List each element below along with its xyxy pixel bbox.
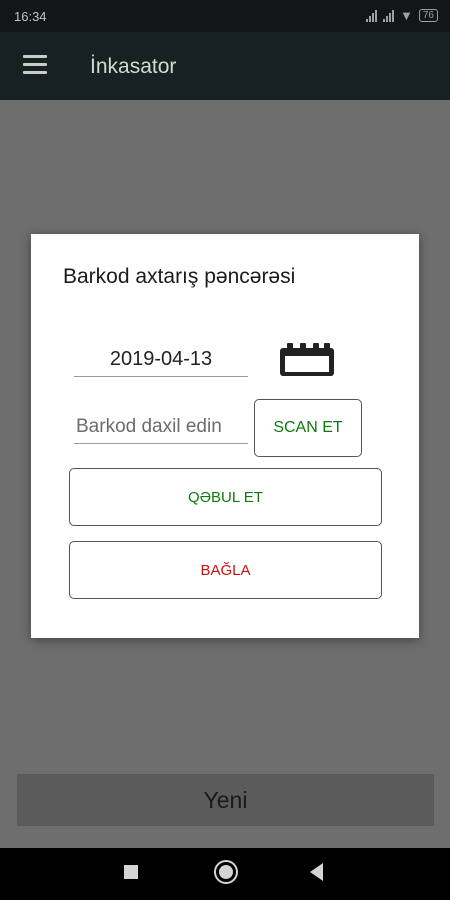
status-time: 16:34 xyxy=(14,9,47,24)
back-triangle-icon[interactable] xyxy=(310,863,323,881)
new-button[interactable]: Yeni xyxy=(17,774,434,826)
barcode-input[interactable] xyxy=(74,410,248,444)
signal-icon xyxy=(366,9,377,22)
app-title: İnkasator xyxy=(90,55,177,78)
recents-square-icon[interactable] xyxy=(124,865,138,879)
calendar-icon[interactable] xyxy=(278,342,336,378)
accept-button[interactable]: QƏBUL ET xyxy=(69,468,382,526)
status-bar: 16:34 ▼ 76 xyxy=(0,0,450,32)
home-circle-icon[interactable] xyxy=(214,860,238,884)
close-button[interactable]: BAĞLA xyxy=(69,541,382,599)
dialog-title: Barkod axtarış pəncərəsi xyxy=(63,265,296,288)
status-icons: ▼ 76 xyxy=(366,8,438,23)
app-bar: İnkasator xyxy=(0,32,450,100)
hamburger-menu-icon[interactable] xyxy=(23,55,47,77)
battery-icon: 76 xyxy=(418,9,438,22)
barcode-search-dialog: Barkod axtarış pəncərəsi 2019-04-13 SCAN… xyxy=(31,234,419,638)
scan-button[interactable]: SCAN ET xyxy=(254,399,362,457)
date-field[interactable]: 2019-04-13 xyxy=(74,345,248,377)
system-nav-bar xyxy=(0,848,450,900)
signal-icon xyxy=(383,9,394,22)
wifi-icon: ▼ xyxy=(400,8,413,23)
